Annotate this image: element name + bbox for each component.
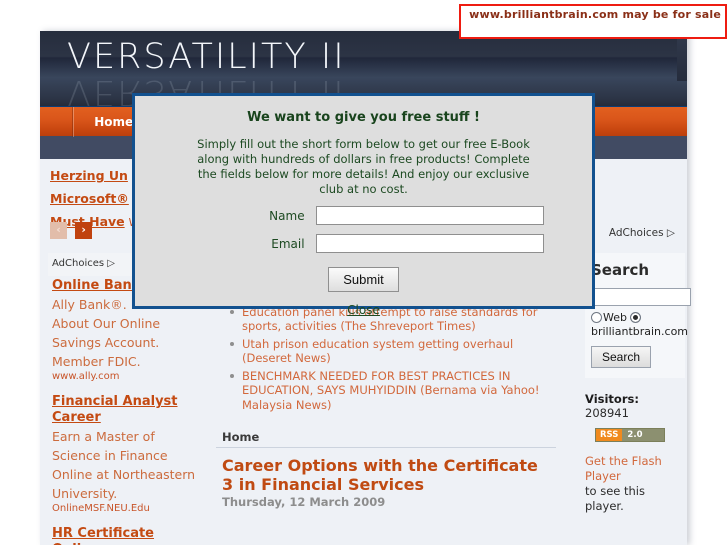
modal-name-input[interactable] [316, 206, 545, 225]
top-ad-title[interactable]: Herzing Un [50, 168, 128, 183]
search-button[interactable]: Search [591, 345, 652, 368]
rss-label: RSS [596, 428, 623, 441]
news-item[interactable]: BENCHMARK NEEDED FOR BEST PRACTICES IN E… [230, 369, 552, 413]
site-logo: VERSATILITY II [67, 37, 346, 77]
ad-next-icon[interactable]: › [75, 222, 93, 239]
adchoices-triangle-icon: ▷ [107, 258, 115, 269]
sidebar-ad[interactable]: HR Certificate Online [48, 524, 203, 545]
modal-email-label: Email [271, 236, 305, 251]
radio-site[interactable] [630, 311, 642, 323]
free-stuff-modal: We want to give you free stuff ! Simply … [132, 93, 595, 317]
nav-left-cap [40, 107, 74, 137]
top-ad-pager: ‹ › [50, 218, 95, 239]
article-date: Thursday, 12 March 2009 [222, 495, 386, 509]
visitor-counter: Visitors: 208941 [585, 392, 685, 420]
adchoices-triangle-icon: ▷ [666, 227, 675, 239]
sidebar-ad-description: Earn a Master of Science in Finance Onli… [52, 429, 196, 501]
article-title[interactable]: Career Options with the Certificate 3 in… [216, 448, 556, 494]
modal-email-row: Email [135, 234, 592, 253]
rss-badge[interactable]: RSS 2.0 [595, 427, 665, 442]
flash-notice-line1[interactable]: Get the Flash Player [585, 454, 685, 484]
domain-for-sale-text: www.brilliantbrain.com may be for sale [469, 8, 721, 21]
news-item[interactable]: Utah prison education system getting ove… [230, 337, 552, 366]
domain-for-sale-banner[interactable]: www.brilliantbrain.com may be for sale [459, 4, 727, 39]
adchoices-top-link[interactable]: AdChoices ▷ [609, 227, 675, 239]
right-sidebar: Search Web brilliantbrain.com Search Vis… [585, 253, 691, 514]
search-scope-options: Web brilliantbrain.com [591, 310, 689, 339]
modal-title: We want to give you free stuff ! [247, 110, 480, 125]
adchoices-sidebar-label: AdChoices [52, 258, 105, 269]
rss-version: 2.0 [627, 429, 643, 440]
sidebar-ad-title[interactable]: HR Certificate Online [52, 526, 203, 545]
modal-email-input[interactable] [316, 234, 545, 253]
sidebar-ad-title[interactable]: Financial Analyst Career [52, 394, 203, 426]
flash-player-notice: Get the Flash Player to see this player. [585, 454, 685, 514]
sidebar-ad[interactable]: Financial Analyst Career Earn a Master o… [48, 392, 203, 524]
radio-site-label: brilliantbrain.com [591, 324, 689, 338]
search-input[interactable] [591, 287, 691, 306]
search-panel: Search Web brilliantbrain.com Search [585, 253, 691, 378]
top-ad-title[interactable]: Microsoft® [50, 191, 129, 206]
visitors-label: Visitors: [585, 391, 639, 406]
sidebar-ad-url: OnlineMSF.NEU.Edu [52, 503, 150, 514]
modal-name-label: Name [269, 208, 305, 223]
modal-body-text: Simply fill out the short form below to … [197, 137, 530, 196]
search-heading: Search [591, 261, 650, 279]
radio-web-label: Web [603, 310, 627, 324]
adchoices-top-label: AdChoices [608, 227, 664, 239]
modal-name-row: Name [135, 206, 592, 225]
modal-submit-button[interactable]: Submit [328, 267, 399, 292]
flash-notice-line2: to see this player. [585, 483, 645, 513]
breadcrumb[interactable]: Home [216, 426, 556, 448]
visitors-count: 208941 [585, 405, 629, 420]
browser-viewport: VERSATILITY II VERSATILITY II Home Herzi… [0, 0, 727, 545]
radio-web[interactable] [591, 311, 602, 323]
modal-close-link[interactable]: Close [135, 303, 592, 317]
ad-prev-icon[interactable]: ‹ [50, 222, 67, 239]
sidebar-ad-url: www.ally.com [52, 371, 120, 382]
